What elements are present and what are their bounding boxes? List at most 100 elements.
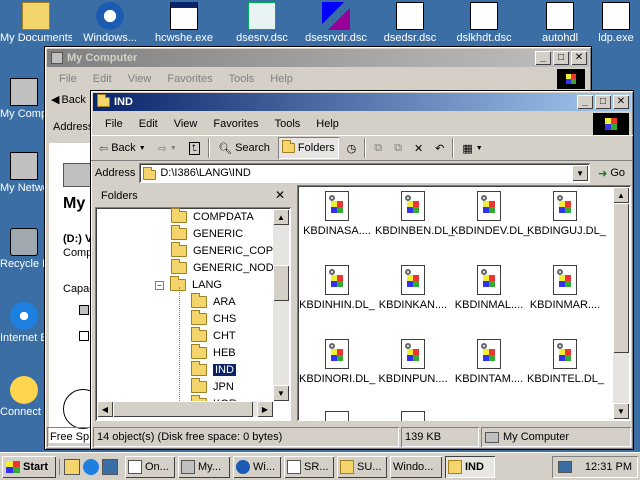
desktop-icon-script[interactable]: dsesrv.dsc	[226, 2, 298, 44]
menu-help[interactable]: Help	[308, 116, 347, 132]
task-my-computer[interactable]: My...	[178, 456, 230, 478]
desktop-icon-media[interactable]: Windows...	[74, 2, 146, 44]
task-windows[interactable]: Windo...	[390, 456, 442, 478]
delete-button[interactable]: ✕	[410, 137, 427, 159]
close-button[interactable]: ✕	[571, 51, 587, 65]
folder-tree[interactable]: COMPDATA GENERIC GENERIC_COPYA GENERIC_N…	[95, 207, 291, 421]
minimize-button[interactable]: _	[577, 95, 593, 109]
tree-item-generic[interactable]: GENERIC	[171, 225, 243, 240]
desktop-icon-connect[interactable]: Connect to the Internet	[0, 376, 48, 418]
menu-favorites[interactable]: Favorites	[159, 71, 220, 87]
file-item[interactable]: KBDINKAN....	[375, 265, 451, 311]
desktop-icon-doc-3[interactable]: autohdl	[524, 2, 596, 44]
menu-edit[interactable]: Edit	[85, 71, 120, 87]
maximize-button[interactable]: □	[553, 51, 569, 65]
tree-item-heb[interactable]: HEB	[191, 344, 236, 359]
file-item[interactable]: KBDINBEN.DL_	[375, 191, 454, 237]
scroll-left-button[interactable]: ◀	[97, 401, 113, 417]
maximize-button[interactable]: □	[595, 95, 611, 109]
tree-horizontal-scrollbar[interactable]: ◀ ▶	[97, 401, 273, 417]
up-folder-button[interactable]: ⮤	[185, 137, 204, 159]
back-button[interactable]: ⇦ Back ▼	[95, 137, 150, 159]
desktop-icon-ldp[interactable]: ldp.exe	[592, 2, 640, 44]
file-item[interactable]: KBDINTEL.DL_	[527, 339, 604, 385]
ind-explorer-window[interactable]: IND _ □ ✕ File Edit View Favorites Tools…	[90, 90, 634, 450]
desktop-icon-my-computer[interactable]: My Computer	[0, 78, 48, 120]
copy-to-button[interactable]: ⧉	[390, 137, 406, 159]
tree-item-generic-nodel[interactable]: GENERIC_NODEL	[171, 259, 287, 274]
tree-vertical-scrollbar[interactable]: ▲ ▼	[273, 209, 289, 401]
minimize-button[interactable]: _	[535, 51, 551, 65]
menu-file[interactable]: File	[97, 116, 131, 132]
file-item[interactable]: KBDINGUJ.DL_	[527, 191, 606, 237]
search-button[interactable]: 🔍︎ Search	[214, 137, 274, 159]
outlook-icon[interactable]	[64, 458, 80, 475]
menu-edit[interactable]: Edit	[131, 116, 166, 132]
clock[interactable]: 12:31 PM	[585, 461, 632, 473]
scroll-up-button[interactable]: ▲	[613, 187, 629, 203]
views-button[interactable]: ▦ ▼	[458, 137, 486, 159]
my-computer-titlebar[interactable]: My Computer _ □ ✕	[47, 49, 589, 67]
task-on[interactable]: On...	[125, 456, 175, 478]
file-list-vertical-scrollbar[interactable]: ▲ ▼	[613, 187, 629, 419]
file-item[interactable]: KBDINTAM....	[451, 339, 527, 385]
tree-item-cht[interactable]: CHT	[191, 327, 236, 342]
back-button[interactable]: ◀ Back	[51, 93, 86, 107]
menu-file[interactable]: File	[51, 71, 85, 87]
scroll-right-button[interactable]: ▶	[257, 401, 273, 417]
history-button[interactable]: ◷	[343, 137, 361, 159]
file-item[interactable]: KBDINORI.DL_	[299, 339, 375, 385]
task-ind[interactable]: IND	[445, 455, 495, 478]
file-item[interactable]: KBDINDEV.DL_	[451, 191, 529, 237]
scroll-down-button[interactable]: ▼	[273, 385, 289, 401]
address-dropdown-button[interactable]: ▼	[572, 165, 589, 181]
tree-item-jpn[interactable]: JPN	[191, 378, 234, 393]
tree-item-lang[interactable]: − LANG	[155, 276, 222, 291]
tree-item-ind[interactable]: IND	[191, 361, 237, 377]
close-icon[interactable]: ✕	[275, 188, 285, 202]
ind-titlebar[interactable]: IND _ □ ✕	[93, 93, 631, 111]
file-item[interactable]: KBDINHIN.DL_	[299, 265, 375, 311]
scroll-thumb[interactable]	[113, 401, 253, 417]
tree-item-chs[interactable]: CHS	[191, 310, 236, 325]
file-item[interactable]: KBDINPUN....	[375, 339, 451, 385]
file-item[interactable]: KBDINMAR....	[527, 265, 603, 311]
ie-quicklaunch-icon[interactable]	[83, 458, 99, 475]
desktop-icon-recycle-bin[interactable]: Recycle Bin	[0, 228, 48, 270]
task-su[interactable]: SU...	[337, 456, 387, 478]
tree-item-compdata[interactable]: COMPDATA	[171, 208, 254, 223]
desktop-icon-my-documents[interactable]: My Documents	[0, 2, 72, 44]
menu-help[interactable]: Help	[262, 71, 301, 87]
desktop-quicklaunch-icon[interactable]	[102, 458, 118, 475]
desktop-icon-app-window[interactable]: hcwshe.exe	[148, 2, 220, 44]
tree-item-generic-copya[interactable]: GENERIC_COPYA	[171, 242, 287, 257]
tree-item-ara[interactable]: ARA	[191, 293, 236, 308]
file-item[interactable]: KBDINMAL....	[451, 265, 527, 311]
desktop-icon-diagram[interactable]: dsesrvdr.dsc	[300, 2, 372, 44]
tree-collapse-toggle[interactable]: −	[155, 280, 164, 290]
menu-view[interactable]: View	[120, 71, 160, 87]
scroll-thumb[interactable]	[613, 203, 629, 353]
forward-button[interactable]: ⇨ ▼	[154, 137, 181, 159]
address-field[interactable]: D:\I386\LANG\IND ▼	[139, 163, 591, 183]
scroll-thumb[interactable]	[273, 265, 289, 301]
file-list[interactable]: KBDINASA.... KBDINBEN.DL_ KBDINDEV.DL_ K…	[297, 185, 631, 421]
desktop-icon-doc-2[interactable]: dslkhdt.dsc	[448, 2, 520, 44]
scroll-down-button[interactable]: ▼	[613, 403, 629, 419]
network-tray-icon[interactable]	[558, 460, 572, 473]
folders-button[interactable]: Folders	[277, 137, 339, 159]
start-button[interactable]: Start	[2, 456, 56, 478]
desktop-icon-doc-1[interactable]: dsedsr.dsc	[374, 2, 446, 44]
desktop-icon-ie[interactable]: Internet Explorer	[0, 302, 48, 344]
close-button[interactable]: ✕	[613, 95, 629, 109]
menu-favorites[interactable]: Favorites	[205, 116, 266, 132]
menu-view[interactable]: View	[166, 116, 206, 132]
menu-tools[interactable]: Tools	[221, 71, 263, 87]
menu-tools[interactable]: Tools	[267, 116, 309, 132]
desktop-icon-network[interactable]: My Network Places	[0, 152, 48, 194]
task-windows-media[interactable]: Wi...	[233, 456, 281, 478]
file-item[interactable]: KBDINASA....	[299, 191, 375, 237]
go-button[interactable]: ➜ Go	[594, 163, 629, 183]
move-to-button[interactable]: ⧉	[370, 137, 386, 159]
undo-button[interactable]: ↶	[431, 137, 448, 159]
